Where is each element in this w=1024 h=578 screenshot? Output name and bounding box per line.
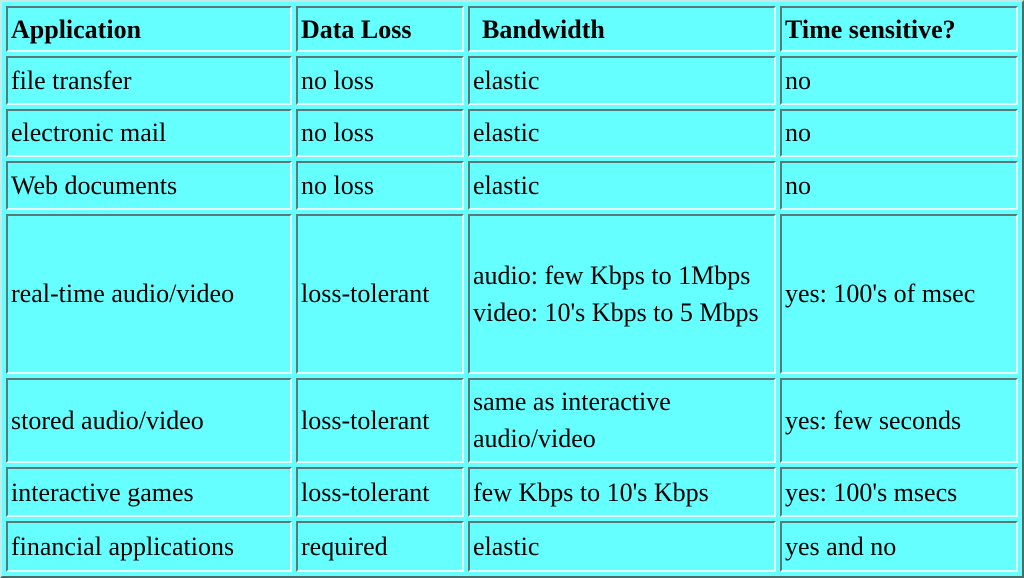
table-header-row: Application Data Loss Bandwidth Time sen… — [6, 6, 1018, 52]
cell-application: real-time audio/video — [6, 213, 292, 374]
table-row: electronic mail no loss elastic no — [6, 108, 1018, 158]
bandwidth-line: video: 10's Kbps to 5 Mbps — [473, 297, 759, 327]
cell-data-loss: loss-tolerant — [296, 377, 464, 463]
cell-bandwidth: audio: few Kbps to 1Mbps video: 10's Kbps… — [468, 213, 776, 374]
cell-bandwidth: elastic — [468, 108, 776, 158]
cell-time-sensitive: no — [780, 161, 1018, 210]
cell-application: electronic mail — [6, 108, 292, 158]
cell-bandwidth: elastic — [468, 161, 776, 210]
header-data-loss: Data Loss — [296, 6, 464, 52]
bandwidth-line: same as interactive audio/video — [473, 387, 671, 454]
cell-application: interactive games — [6, 466, 292, 518]
cell-time-sensitive: no — [780, 108, 1018, 158]
bandwidth-line: elastic — [473, 170, 540, 200]
cell-data-loss: loss-tolerant — [296, 466, 464, 518]
cell-data-loss: no loss — [296, 56, 464, 105]
header-application: Application — [6, 6, 292, 52]
table-row: interactive games loss-tolerant few Kbps t… — [6, 466, 1018, 518]
header-time-sensitive: Time sensitive? — [780, 6, 1018, 52]
cell-application: stored audio/video — [6, 377, 292, 463]
bandwidth-line: elastic — [473, 65, 540, 95]
table-row: financial applications required elastic yes… — [6, 521, 1018, 572]
cell-bandwidth: same as interactive audio/video — [468, 377, 776, 463]
application-requirements-table: Application Data Loss Bandwidth Time sen… — [0, 0, 1024, 578]
cell-bandwidth: elastic — [468, 56, 776, 105]
table-row: Web documents no loss elastic no — [6, 161, 1018, 210]
cell-application: Web documents — [6, 161, 292, 210]
cell-time-sensitive: no — [780, 56, 1018, 105]
cell-application: financial applications — [6, 521, 292, 572]
bandwidth-line: elastic — [473, 532, 540, 562]
cell-time-sensitive: yes: 100's msecs — [780, 466, 1018, 518]
bandwidth-line: elastic — [473, 118, 540, 148]
bandwidth-line: audio: few Kbps to 1Mbps — [473, 260, 751, 290]
table-row: real-time audio/video loss-tolerant audio:… — [6, 213, 1018, 374]
cell-data-loss: no loss — [296, 161, 464, 210]
cell-data-loss: required — [296, 521, 464, 572]
cell-time-sensitive: yes: 100's of msec — [780, 213, 1018, 374]
table-row: stored audio/video loss-tolerant same as i… — [6, 377, 1018, 463]
cell-application: file transfer — [6, 56, 292, 105]
table-row: file transfer no loss elastic no — [6, 56, 1018, 105]
header-bandwidth: Bandwidth — [468, 6, 776, 52]
cell-data-loss: no loss — [296, 108, 464, 158]
cell-time-sensitive: yes and no — [780, 521, 1018, 572]
cell-bandwidth: elastic — [468, 521, 776, 572]
bandwidth-line: few Kbps to 10's Kbps — [473, 477, 709, 507]
cell-data-loss: loss-tolerant — [296, 213, 464, 374]
cell-time-sensitive: yes: few seconds — [780, 377, 1018, 463]
cell-bandwidth: few Kbps to 10's Kbps — [468, 466, 776, 518]
